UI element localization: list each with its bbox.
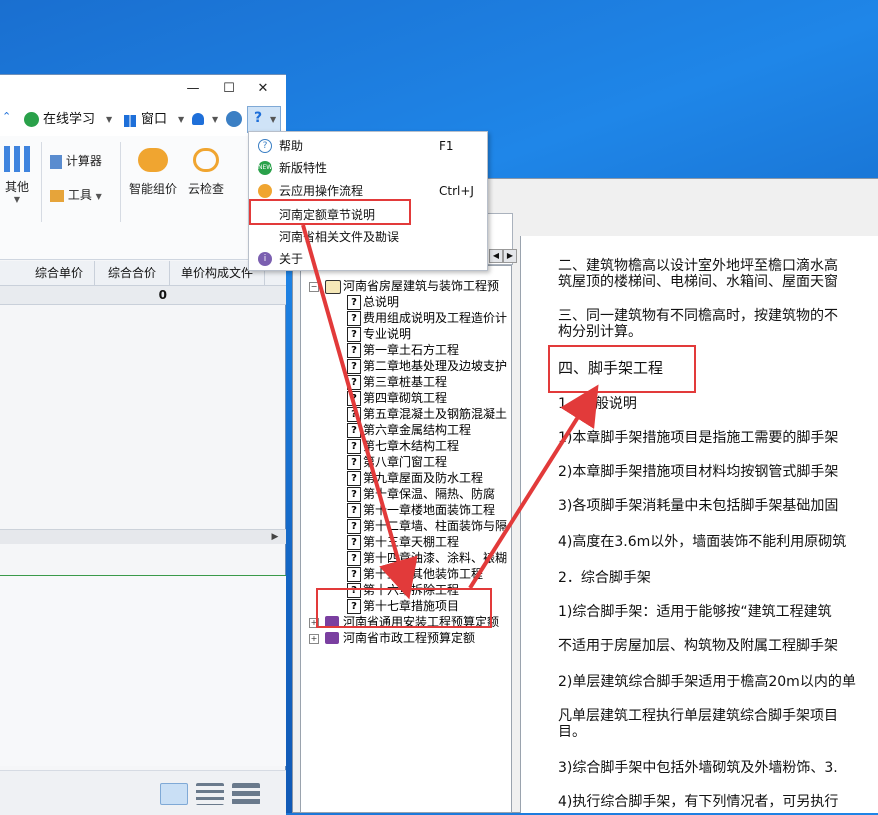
arrow-menu-to-tree xyxy=(301,224,418,600)
arrow-tree-to-heading xyxy=(468,384,599,590)
annotation-arrows xyxy=(301,224,599,600)
